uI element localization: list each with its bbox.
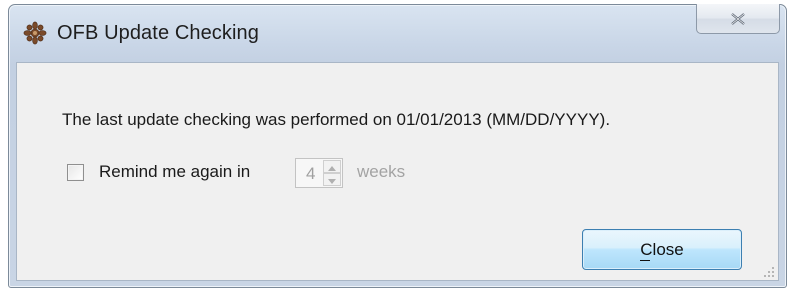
window-title: OFB Update Checking [57, 22, 259, 44]
spin-buttons [323, 160, 341, 186]
mnemonic-underline [640, 259, 651, 261]
close-x-icon [731, 12, 745, 25]
window-close-button[interactable] [696, 4, 780, 34]
close-button[interactable]: Close [582, 229, 742, 270]
arrow-down-icon [328, 171, 336, 189]
weeks-value[interactable]: 4 [306, 164, 315, 184]
dialog-window: OFB Update Checking The last update chec… [8, 4, 787, 288]
remind-row: Remind me again in 4 weeks [67, 158, 487, 188]
weeks-label: weeks [357, 162, 406, 181]
last-check-message: The last update checking was performed o… [62, 110, 611, 129]
title-bar[interactable]: OFB Update Checking [9, 4, 786, 63]
spin-down-button[interactable] [323, 173, 341, 186]
close-button-label: Close [640, 239, 684, 261]
resize-grip-icon[interactable] [763, 265, 775, 277]
ofb-app-icon [23, 21, 47, 45]
remind-label[interactable]: Remind me again in [99, 162, 250, 182]
remind-checkbox[interactable] [67, 164, 84, 181]
weeks-spinner[interactable]: 4 [295, 158, 343, 188]
dialog-body: The last update checking was performed o… [16, 62, 779, 281]
close-button-text: Close [640, 239, 684, 259]
